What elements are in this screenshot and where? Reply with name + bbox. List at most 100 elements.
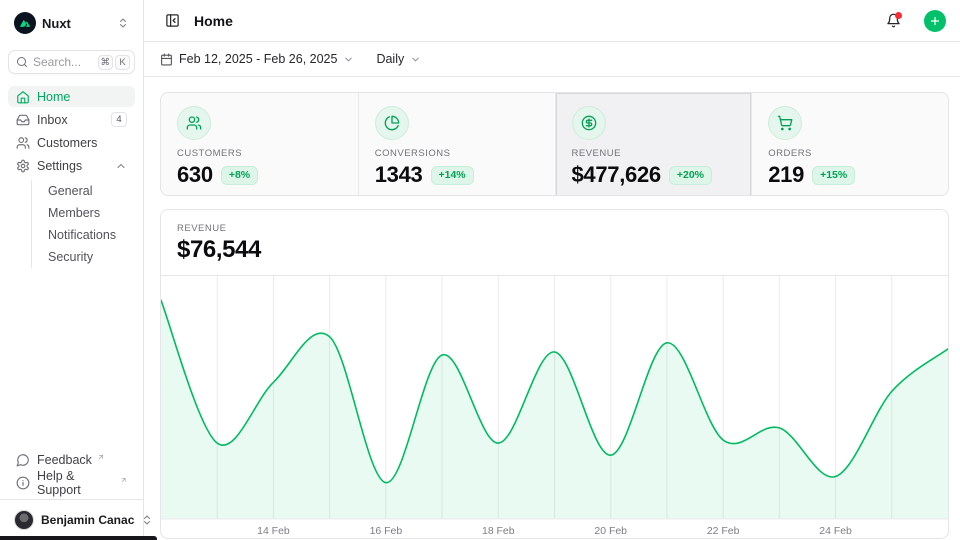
external-link-arrow-icon — [120, 476, 127, 484]
kbd-meta: ⌘ — [98, 55, 114, 70]
page-title: Home — [194, 13, 870, 29]
search-input[interactable]: Search... ⌘ K — [8, 50, 135, 74]
stat-delta-badge: +8% — [221, 166, 258, 185]
kbd-k: K — [115, 55, 130, 70]
stat-icon-circle — [768, 106, 802, 140]
notifications-button[interactable] — [880, 8, 906, 34]
plus-icon — [929, 15, 941, 27]
stat-value: 219 — [768, 162, 804, 188]
page-header: Home — [144, 0, 960, 42]
chevron-up-icon — [115, 160, 127, 172]
stats-row: CUSTOMERS 630 +8% CONVERSIONS 1343 +14% — [160, 92, 949, 196]
chart-label: REVENUE — [177, 223, 932, 234]
sidebar-footer-links: Feedback Help & Support — [8, 449, 135, 499]
chart-total-value: $76,544 — [177, 236, 932, 264]
period-value: Daily — [376, 52, 404, 66]
stat-value: 630 — [177, 162, 213, 188]
x-axis-tick-label: 20 Feb — [594, 526, 627, 537]
revenue-area-chart[interactable]: 14 Feb 16 Feb 18 Feb 20 Feb 22 Feb 24 Feb — [161, 276, 948, 539]
chevron-down-icon — [343, 54, 354, 65]
stat-label: REVENUE — [572, 148, 736, 159]
chart-header: REVENUE $76,544 — [161, 210, 948, 276]
footer-link-label: Help & Support — [37, 469, 115, 497]
users-icon — [16, 136, 30, 150]
sidebar-subitem-security[interactable]: Security — [32, 246, 135, 268]
avatar — [14, 510, 34, 530]
stat-value: 1343 — [375, 162, 423, 188]
sidebar: Nuxt Search... ⌘ K Home Inbox 4 Cu — [0, 0, 144, 540]
users-icon — [186, 115, 202, 131]
revenue-chart-card: REVENUE $76,544 14 Feb 16 Feb 18 Feb 20 Feb… — [160, 209, 949, 539]
dollar-circle-icon — [581, 115, 597, 131]
x-axis-tick-label: 24 Feb — [819, 526, 852, 537]
sidebar-item-label: Home — [37, 90, 127, 104]
x-axis-tick-label: 14 Feb — [257, 526, 290, 537]
home-icon — [16, 90, 30, 104]
pie-chart-icon — [384, 115, 400, 131]
main-area: Home Feb 12, 2025 - Feb 26, 2025 Daily — [144, 0, 960, 540]
x-axis-tick-label: 22 Feb — [707, 526, 740, 537]
sidebar-collapse-button[interactable] — [160, 9, 184, 33]
sidebar-item-settings[interactable]: Settings — [8, 155, 135, 176]
x-axis-tick-label: 18 Feb — [482, 526, 515, 537]
sidebar-item-home[interactable]: Home — [8, 86, 135, 107]
sidebar-item-label: Customers — [37, 136, 127, 150]
workspace-switcher[interactable]: Nuxt — [8, 10, 135, 36]
app-window: Nuxt Search... ⌘ K Home Inbox 4 Cu — [0, 0, 960, 540]
nuxt-logo-icon — [14, 12, 36, 34]
stat-delta-badge: +14% — [431, 166, 474, 185]
stat-card-orders[interactable]: ORDERS 219 +15% — [751, 93, 948, 196]
gear-icon — [16, 159, 30, 173]
stat-icon-circle — [572, 106, 606, 140]
workspace-name: Nuxt — [42, 16, 111, 31]
revenue-chart-svg: 14 Feb 16 Feb 18 Feb 20 Feb 22 Feb 24 Feb — [161, 276, 948, 539]
message-circle-icon — [16, 453, 30, 467]
date-range-picker[interactable]: Feb 12, 2025 - Feb 26, 2025 — [160, 52, 354, 66]
sidebar-subitem-general[interactable]: General — [32, 180, 135, 202]
search-shortcut: ⌘ K — [98, 55, 131, 70]
sidebar-subitem-members[interactable]: Members — [32, 202, 135, 224]
bottom-window-bar — [0, 536, 157, 540]
period-select[interactable]: Daily — [376, 52, 421, 66]
stat-icon-circle — [375, 106, 409, 140]
footer-link-label: Feedback — [37, 453, 92, 467]
stat-card-conversions[interactable]: CONVERSIONS 1343 +14% — [358, 93, 555, 196]
sidebar-item-inbox[interactable]: Inbox 4 — [8, 109, 135, 130]
user-name: Benjamin Canac — [41, 513, 134, 527]
feedback-link[interactable]: Feedback — [8, 449, 135, 470]
sidebar-subitem-notifications[interactable]: Notifications — [32, 224, 135, 246]
panel-left-close-icon — [165, 13, 180, 28]
sidebar-item-label: Inbox — [37, 113, 104, 127]
stat-label: ORDERS — [768, 148, 932, 159]
stat-card-revenue[interactable]: REVENUE $477,626 +20% — [555, 93, 752, 196]
sidebar-user-section: Benjamin Canac — [0, 499, 143, 540]
notification-dot — [895, 12, 902, 19]
search-icon — [16, 56, 28, 68]
add-button[interactable] — [924, 10, 946, 32]
user-menu[interactable]: Benjamin Canac — [8, 508, 135, 532]
inbox-icon — [16, 113, 30, 127]
stat-card-customers[interactable]: CUSTOMERS 630 +8% — [161, 93, 358, 196]
x-axis-tick-label: 16 Feb — [370, 526, 403, 537]
sidebar-item-customers[interactable]: Customers — [8, 132, 135, 153]
chevron-down-icon — [410, 54, 421, 65]
info-circle-icon — [16, 476, 30, 490]
stat-icon-circle — [177, 106, 211, 140]
chevrons-up-down-icon — [117, 17, 129, 29]
sidebar-spacer — [8, 270, 135, 449]
stat-label: CONVERSIONS — [375, 148, 539, 159]
stat-value: $477,626 — [572, 162, 661, 188]
shopping-cart-icon — [777, 115, 793, 131]
stat-label: CUSTOMERS — [177, 148, 342, 159]
page-content: CUSTOMERS 630 +8% CONVERSIONS 1343 +14% — [144, 77, 960, 539]
inbox-count-badge: 4 — [111, 112, 127, 127]
settings-subtree: General Members Notifications Security — [31, 180, 135, 268]
stat-delta-badge: +20% — [669, 166, 712, 185]
search-placeholder: Search... — [33, 55, 93, 69]
help-support-link[interactable]: Help & Support — [8, 472, 135, 493]
external-link-arrow-icon — [97, 453, 105, 461]
sidebar-item-label: Settings — [37, 159, 108, 173]
filters-toolbar: Feb 12, 2025 - Feb 26, 2025 Daily — [144, 42, 960, 77]
calendar-icon — [160, 53, 173, 66]
stat-delta-badge: +15% — [812, 166, 855, 185]
